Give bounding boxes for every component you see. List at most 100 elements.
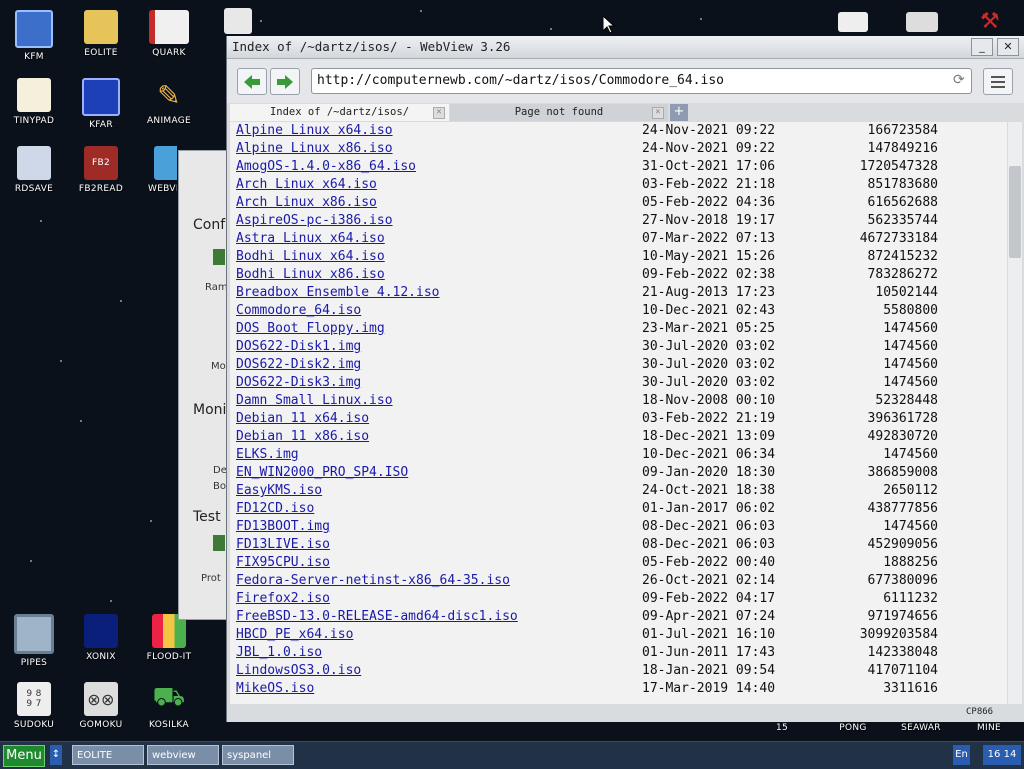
file-link[interactable]: ELKS.img xyxy=(236,447,299,462)
hamburger-menu-button[interactable] xyxy=(983,68,1013,95)
file-size: 52328448 xyxy=(875,393,938,408)
new-tab-button[interactable]: + xyxy=(670,104,688,121)
file-link[interactable]: Bodhi Linux x64.iso xyxy=(236,249,385,264)
file-link[interactable]: FD12CD.iso xyxy=(236,501,314,516)
switch-windows-icon[interactable]: ↕ xyxy=(50,745,62,765)
file-link[interactable]: FD13BOOT.img xyxy=(236,519,330,534)
desktop-icon-pong[interactable]: PONG xyxy=(821,723,885,733)
file-link[interactable]: Firefox2.iso xyxy=(236,591,330,606)
file-size: 386859008 xyxy=(867,465,938,480)
desktop-icon-15[interactable]: 15 xyxy=(750,723,814,733)
file-link[interactable]: FIX95CPU.iso xyxy=(236,555,330,570)
file-link[interactable]: FD13LIVE.iso xyxy=(236,537,330,552)
tab-page-not-found[interactable]: Page not found ✕ xyxy=(450,104,668,121)
desktop-icon-tools[interactable]: ⚒ xyxy=(972,8,1008,38)
file-date: 01-Jun-2011 17:43 xyxy=(642,645,776,660)
forward-button[interactable] xyxy=(270,68,300,95)
desktop-icon-webview[interactable]: WEBVIEW xyxy=(137,146,177,194)
file-size: 562335744 xyxy=(867,213,938,228)
file-link[interactable]: Bodhi Linux x86.iso xyxy=(236,267,385,282)
file-link[interactable]: EasyKMS.iso xyxy=(236,483,322,498)
file-link[interactable]: FreeBSD-13.0-RELEASE-amd64-disc1.iso xyxy=(236,609,518,624)
file-link[interactable]: Debian 11 x64.iso xyxy=(236,411,369,426)
status-bar: CP866 xyxy=(227,704,1024,722)
desktop-icon-sudoku[interactable]: 9 89 7 SUDOKU xyxy=(2,682,66,730)
file-link[interactable]: DOS622-Disk1.img xyxy=(236,339,361,354)
desktop-icon-fb2read[interactable]: FB2 FB2READ xyxy=(69,146,133,194)
back-button[interactable] xyxy=(237,68,267,95)
task-eolite[interactable]: EOLITE xyxy=(72,745,144,765)
book-icon xyxy=(149,10,189,44)
webview-window: Index of /~dartz/isos/ - WebView 3.26 _ … xyxy=(226,36,1024,722)
file-link[interactable]: Commodore_64.iso xyxy=(236,303,361,318)
file-link[interactable]: LindowsOS3.0.iso xyxy=(236,663,361,678)
file-link[interactable]: DOS622-Disk2.img xyxy=(236,357,361,372)
file-link[interactable]: DOS Boot Floppy.img xyxy=(236,321,385,336)
desktop-icon-kfar[interactable]: KFAR xyxy=(69,78,133,130)
reload-icon[interactable]: ⟳ xyxy=(953,73,967,87)
ebook-icon: FB2 xyxy=(84,146,118,180)
file-link[interactable]: Astra Linux x64.iso xyxy=(236,231,385,246)
file-link[interactable]: HBCD_PE_x64.iso xyxy=(236,627,353,642)
desktop-icon-quark[interactable]: QUARK xyxy=(137,10,201,58)
task-syspanel[interactable]: syspanel xyxy=(222,745,294,765)
desktop-icon-animage[interactable]: ✎ ANIMAGE xyxy=(137,78,201,127)
file-link[interactable]: Breadbox Ensemble 4.12.iso xyxy=(236,285,440,300)
file-link[interactable]: AmogOS-1.4.0-x86_64.iso xyxy=(236,159,416,174)
desktop-icon-window[interactable] xyxy=(905,12,939,36)
file-link[interactable]: Damn Small Linux.iso xyxy=(236,393,393,408)
file-date: 08-Dec-2021 06:03 xyxy=(642,519,776,534)
window-titlebar[interactable]: Index of /~dartz/isos/ - WebView 3.26 _ … xyxy=(227,36,1024,59)
file-link[interactable]: Alpine Linux x64.iso xyxy=(236,123,393,138)
tab-close-icon[interactable]: ✕ xyxy=(652,107,664,119)
file-link[interactable]: Arch Linux x86.iso xyxy=(236,195,377,210)
file-link[interactable]: Fedora-Server-netinst-x86_64-35.iso xyxy=(236,573,510,588)
tab-close-icon[interactable]: ✕ xyxy=(433,107,445,119)
file-date: 09-Jan-2020 18:30 xyxy=(642,465,776,480)
file-size: 1474560 xyxy=(883,375,938,390)
desktop-icon-tinypad[interactable]: TINYPAD xyxy=(2,78,66,126)
file-link[interactable]: Debian 11 x86.iso xyxy=(236,429,369,444)
desktop-icon-flood-it[interactable]: FLOOD-IT xyxy=(137,614,201,662)
close-button[interactable]: ✕ xyxy=(997,38,1019,56)
ram-chip-icon xyxy=(213,249,225,265)
desktop-icon-pipes[interactable]: PIPES xyxy=(2,614,66,668)
desktop-icon-seawar[interactable]: SEAWAR xyxy=(889,723,953,733)
desktop-icon-kfm[interactable]: KFM xyxy=(2,10,66,62)
tab-index[interactable]: Index of /~dartz/isos/ ✕ xyxy=(230,104,449,121)
file-link[interactable]: Alpine Linux x86.iso xyxy=(236,141,393,156)
file-size: 783286272 xyxy=(867,267,938,282)
file-link[interactable]: MikeOS.iso xyxy=(236,681,314,696)
desktop-icon-xonix[interactable]: XONIX xyxy=(69,614,133,662)
test-chip-icon xyxy=(213,535,225,551)
start-menu-button[interactable]: Menu xyxy=(3,745,45,767)
background-window[interactable]: Conf Ram Mo Moni De Bo Test Prot xyxy=(178,150,230,620)
menu-bar-line xyxy=(991,86,1005,88)
desktop-icon-gomoku[interactable]: ⊗⊗ GOMOKU xyxy=(69,682,133,730)
file-size: 10502144 xyxy=(875,285,938,300)
file-row: Arch Linux x86.iso 05-Feb-2022 04:36 61656… xyxy=(236,194,1006,212)
desktop-icon-eolite[interactable]: EOLITE xyxy=(69,10,133,58)
address-bar[interactable]: ⟳ xyxy=(311,68,972,94)
desktop-icon-mine[interactable]: MINE xyxy=(957,723,1021,733)
desktop-icon-kosilka[interactable]: ⛟ KOSILKA xyxy=(137,682,201,730)
file-link[interactable]: AspireOS-pc-i386.iso xyxy=(236,213,393,228)
file-link[interactable]: EN_WIN2000_PRO_SP4.ISO xyxy=(236,465,408,480)
vertical-scrollbar[interactable] xyxy=(1008,122,1022,704)
browser-toolbar: ⟳ xyxy=(227,59,1024,103)
file-link[interactable]: DOS622-Disk3.img xyxy=(236,375,361,390)
desktop-icon-bug[interactable] xyxy=(838,12,868,36)
file-date: 18-Nov-2008 00:10 xyxy=(642,393,776,408)
file-size: 492830720 xyxy=(867,429,938,444)
url-input[interactable] xyxy=(312,69,937,92)
desktop-icon-calc[interactable] xyxy=(206,8,270,38)
file-date: 05-Feb-2022 04:36 xyxy=(642,195,776,210)
gomoku-icon: ⊗⊗ xyxy=(84,682,118,716)
task-webview[interactable]: webview xyxy=(147,745,219,765)
minimize-button[interactable]: _ xyxy=(971,38,993,56)
desktop-icon-rdsave[interactable]: RDSAVE xyxy=(2,146,66,194)
file-link[interactable]: JBL_1.0.iso xyxy=(236,645,322,660)
scrollbar-thumb[interactable] xyxy=(1009,166,1021,258)
language-indicator[interactable]: En xyxy=(953,745,970,765)
file-link[interactable]: Arch Linux x64.iso xyxy=(236,177,377,192)
